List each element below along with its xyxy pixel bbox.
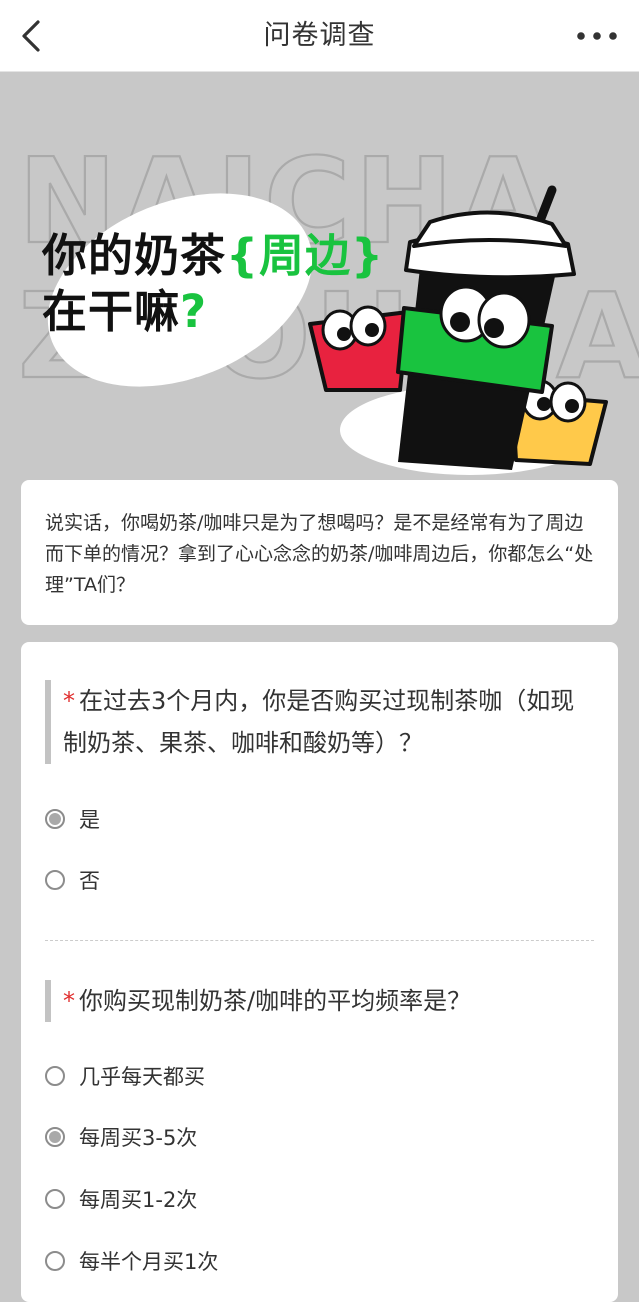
radio-button[interactable]: [45, 870, 65, 890]
more-dots-icon[interactable]: [575, 24, 619, 48]
hero-title-accent: {周边}: [226, 229, 385, 282]
question-title: * 在过去3个月内，你是否购买过现制茶咖（如现制奶茶、果茶、咖啡和酸奶等）？: [45, 680, 588, 764]
hero-title-part1: 你的奶茶: [42, 229, 227, 282]
question-text: 在过去3个月内，你是否购买过现制茶咖（如现制奶茶、果茶、咖啡和酸奶等）？: [63, 687, 575, 757]
radio-option[interactable]: 每半个月买1次: [45, 1246, 218, 1276]
radio-option[interactable]: 是: [45, 804, 100, 834]
intro-text: 说实话，你喝奶茶/咖啡只是为了想喝吗？是不是经常有为了周边而下单的情况？拿到了心…: [45, 512, 594, 596]
required-mark: *: [63, 987, 75, 1015]
option-label: 每半个月买1次: [79, 1250, 219, 1274]
radio-option[interactable]: 否: [45, 865, 100, 895]
radio-option[interactable]: 每周买3-5次: [45, 1122, 197, 1152]
hero-banner: NAICHA ZHOUBIAN: [0, 72, 639, 482]
hero-title-qmark: ?: [180, 285, 208, 338]
radio-button-selected[interactable]: [45, 809, 65, 829]
nav-bar: 问卷调查: [0, 0, 639, 72]
option-label: 几乎每天都买: [79, 1065, 205, 1089]
required-mark: *: [63, 687, 75, 715]
radio-button[interactable]: [45, 1251, 65, 1271]
option-label: 否: [79, 869, 100, 893]
radio-option[interactable]: 几乎每天都买: [45, 1061, 205, 1091]
radio-button-selected[interactable]: [45, 1127, 65, 1147]
question-text: 你购买现制奶茶/咖啡的平均频率是？: [79, 987, 472, 1015]
hero-title-part2: 在干嘛: [42, 285, 181, 338]
radio-button[interactable]: [45, 1066, 65, 1086]
option-label: 是: [79, 808, 100, 832]
option-label: 每周买3-5次: [79, 1126, 198, 1150]
radio-button[interactable]: [45, 1189, 65, 1209]
question-card: * 在过去3个月内，你是否购买过现制茶咖（如现制奶茶、果茶、咖啡和酸奶等）？ 是 …: [21, 642, 618, 1302]
page-title: 问卷调查: [263, 20, 376, 51]
question-divider: [45, 940, 594, 941]
radio-option[interactable]: 每周买1-2次: [45, 1184, 197, 1214]
question-title: * 你购买现制奶茶/咖啡的平均频率是？: [45, 980, 588, 1022]
intro-card: 说实话，你喝奶茶/咖啡只是为了想喝吗？是不是经常有为了周边而下单的情况？拿到了心…: [21, 480, 618, 625]
hero-title: 你的奶茶{周边} 在干嘛?: [42, 228, 384, 340]
option-label: 每周买1-2次: [79, 1188, 198, 1212]
